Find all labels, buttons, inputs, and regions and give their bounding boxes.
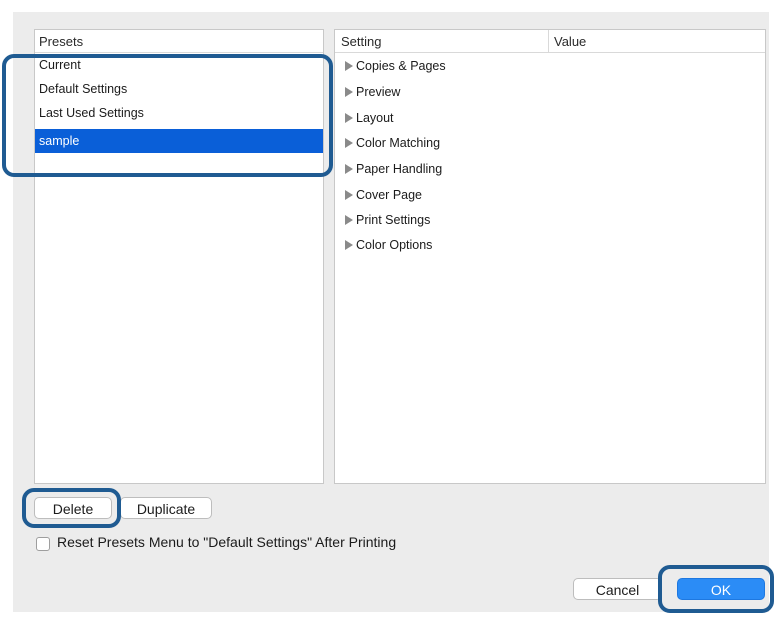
disclosure-triangle-icon[interactable] xyxy=(345,164,353,174)
delete-button[interactable]: Delete xyxy=(34,497,112,519)
disclosure-triangle-icon[interactable] xyxy=(345,138,353,148)
setting-label: Paper Handling xyxy=(356,162,443,176)
presets-header: Presets xyxy=(35,30,323,53)
preset-item-label: Current xyxy=(39,58,81,72)
disclosure-triangle-icon[interactable] xyxy=(345,113,353,123)
setting-row-layout[interactable]: Layout xyxy=(345,105,394,131)
column-header-setting[interactable]: Setting xyxy=(341,34,381,49)
preset-item-default-settings[interactable]: Default Settings xyxy=(35,77,323,101)
reset-presets-checkbox[interactable] xyxy=(36,537,50,551)
preset-item-label: sample xyxy=(39,134,80,148)
settings-table-header: Setting Value xyxy=(335,30,765,53)
presets-header-label: Presets xyxy=(39,34,84,49)
reset-presets-label[interactable]: Reset Presets Menu to "Default Settings"… xyxy=(57,534,396,550)
setting-row-color-options[interactable]: Color Options xyxy=(345,232,432,258)
disclosure-triangle-icon[interactable] xyxy=(345,190,353,200)
disclosure-triangle-icon[interactable] xyxy=(345,61,353,71)
setting-label: Color Options xyxy=(356,238,433,252)
disclosure-triangle-icon[interactable] xyxy=(345,215,353,225)
preset-item-label: Last Used Settings xyxy=(39,106,144,120)
preset-item-current[interactable]: Current xyxy=(35,53,323,77)
duplicate-button[interactable]: Duplicate xyxy=(120,497,212,519)
setting-label: Copies & Pages xyxy=(356,59,446,73)
setting-label: Print Settings xyxy=(356,213,431,227)
presets-list[interactable]: Presets Current Default Settings Last Us… xyxy=(34,29,324,484)
setting-row-paper-handling[interactable]: Paper Handling xyxy=(345,156,442,182)
setting-row-cover-page[interactable]: Cover Page xyxy=(345,182,422,208)
column-header-value[interactable]: Value xyxy=(554,34,586,49)
disclosure-triangle-icon[interactable] xyxy=(345,87,353,97)
setting-label: Cover Page xyxy=(356,188,423,202)
column-divider[interactable] xyxy=(548,30,549,52)
setting-row-copies-pages[interactable]: Copies & Pages xyxy=(345,53,446,79)
ok-button[interactable]: OK xyxy=(677,578,765,600)
setting-row-print-settings[interactable]: Print Settings xyxy=(345,207,430,233)
setting-row-preview[interactable]: Preview xyxy=(345,79,400,105)
preset-item-sample[interactable]: sample xyxy=(35,129,323,153)
disclosure-triangle-icon[interactable] xyxy=(345,240,353,250)
setting-label: Preview xyxy=(356,85,401,99)
setting-label: Layout xyxy=(356,111,394,125)
preset-item-label: Default Settings xyxy=(39,82,128,96)
setting-label: Color Matching xyxy=(356,136,441,150)
preset-item-last-used-settings[interactable]: Last Used Settings xyxy=(35,101,323,125)
setting-row-color-matching[interactable]: Color Matching xyxy=(345,130,440,156)
settings-table: Setting Value Copies & Pages Preview Lay… xyxy=(334,29,766,484)
cancel-button[interactable]: Cancel xyxy=(573,578,662,600)
